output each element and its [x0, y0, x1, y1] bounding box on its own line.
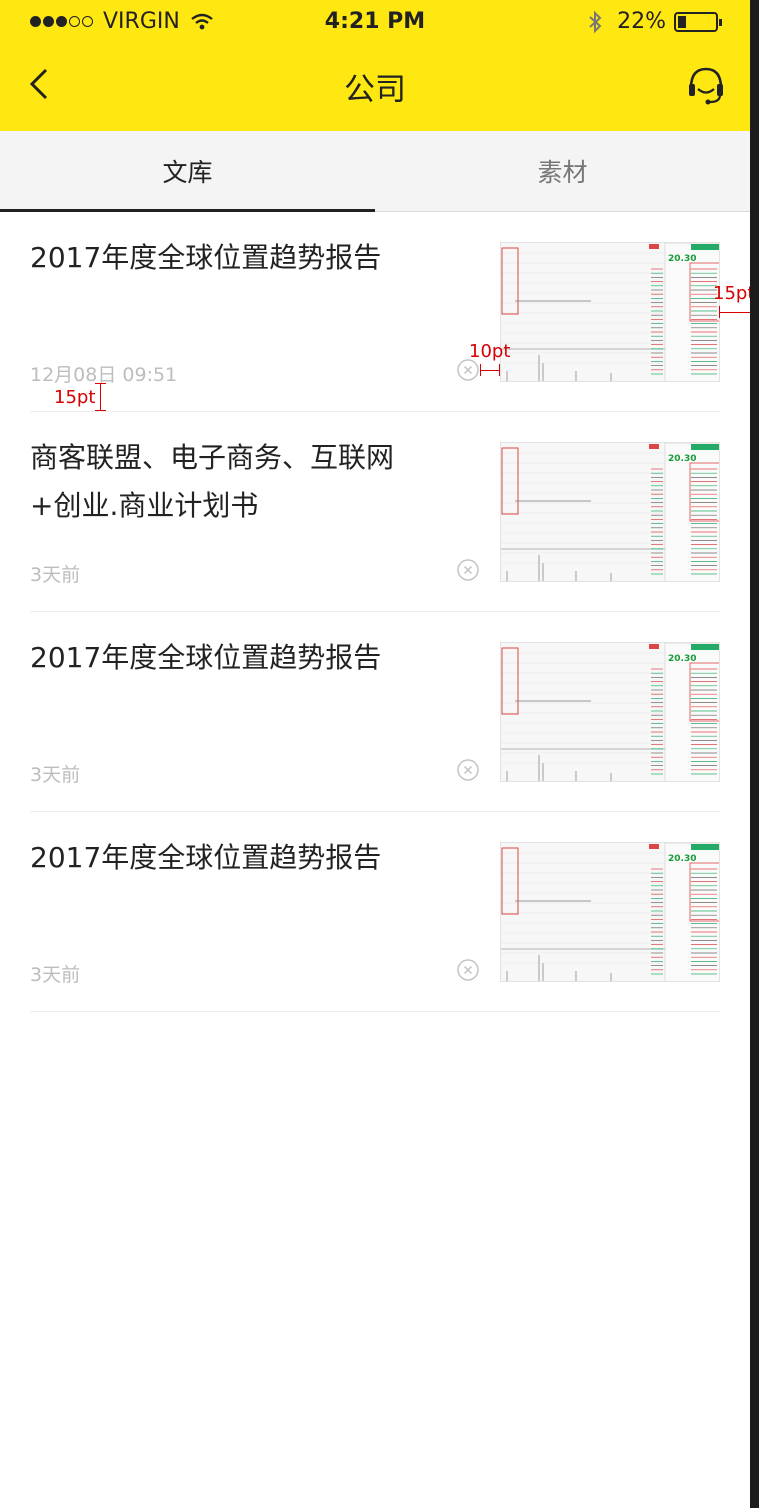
document-thumbnail: 20.30 [500, 842, 720, 982]
document-thumbnail: 20.30 [500, 442, 720, 582]
list-item[interactable]: 2017年度全球位置趋势报告 3天前 20.30 [30, 612, 720, 812]
list-item[interactable]: 商客联盟、电子商务、互联网+创业.商业计划书 3天前 20.30 [30, 412, 720, 612]
close-circle-icon[interactable] [457, 559, 479, 581]
status-bar: VIRGIN 4:21 PM 22% [0, 0, 750, 44]
chart-price: 20.30 [668, 454, 696, 464]
stock-chart-image: 20.30 [501, 443, 719, 581]
bluetooth-icon [589, 10, 602, 33]
chart-price: 20.30 [668, 254, 696, 264]
annotation-line [719, 312, 750, 313]
battery-icon [674, 11, 722, 32]
annotation-line [95, 383, 106, 384]
item-title: 2017年度全球位置趋势报告 [30, 641, 382, 674]
page-title: 公司 [344, 72, 406, 108]
app-screen: VIRGIN 4:21 PM 22% 公司 文库 素材 2017年度全球位置趋势… [0, 0, 754, 1508]
annotation-right-margin: 15pt [713, 283, 755, 304]
stock-chart-image: 20.30 [501, 843, 719, 981]
item-title: 2017年度全球位置趋势报告 [30, 841, 382, 874]
annotation-line [480, 370, 500, 371]
stock-chart-image: 20.30 [501, 243, 719, 381]
document-thumbnail: 20.30 [500, 642, 720, 782]
list-item[interactable]: 2017年度全球位置趋势报告 3天前 20.30 [30, 812, 720, 1012]
status-right: 22% [587, 9, 722, 34]
close-circle-icon[interactable] [457, 959, 479, 981]
item-title: 商客联盟、电子商务、互联网+创业.商业计划书 [30, 441, 395, 522]
annotation-line [719, 306, 720, 318]
annotation-line [100, 383, 101, 411]
tab-materials[interactable]: 素材 [375, 131, 750, 212]
tab-library[interactable]: 文库 [0, 131, 375, 212]
header: VIRGIN 4:21 PM 22% 公司 [0, 0, 750, 131]
item-time: 3天前 [30, 564, 81, 586]
item-title: 2017年度全球位置趋势报告 [30, 241, 382, 274]
document-thumbnail: 20.30 [500, 242, 720, 382]
annotation-line [499, 364, 500, 376]
close-circle-icon[interactable] [457, 359, 479, 381]
item-time: 3天前 [30, 964, 81, 986]
chart-price: 20.30 [668, 654, 696, 664]
close-circle-icon[interactable] [457, 759, 479, 781]
annotation-line [480, 364, 481, 376]
annotation-line [95, 410, 106, 411]
stock-chart-image: 20.30 [501, 643, 719, 781]
annotation-gap: 10pt [469, 341, 511, 362]
annotation-bottom-margin: 15pt [54, 387, 96, 408]
headset-icon[interactable] [686, 64, 726, 106]
battery-percent: 22% [617, 9, 666, 34]
chart-price: 20.30 [668, 854, 696, 864]
list-item[interactable]: 2017年度全球位置趋势报告 12月08日 09:51 20.30 [30, 212, 720, 412]
tab-bar: 文库 素材 [0, 131, 750, 212]
item-time: 3天前 [30, 764, 81, 786]
screen-edge [750, 0, 759, 1508]
